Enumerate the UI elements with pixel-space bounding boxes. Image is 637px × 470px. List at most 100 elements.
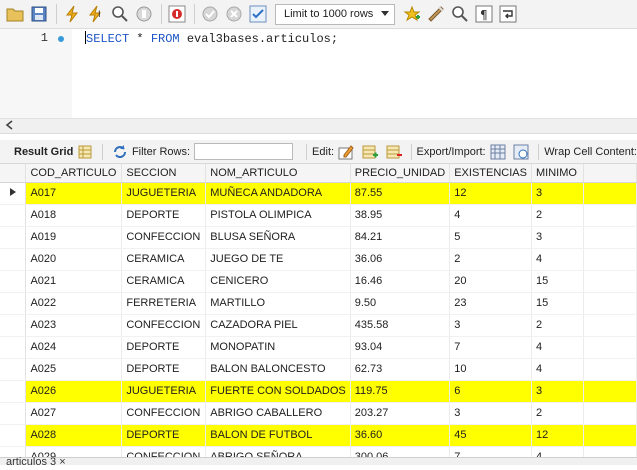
add-snippet-icon[interactable]: [401, 3, 423, 25]
table-cell-cod[interactable]: A019: [25, 226, 123, 249]
table-cell-seccion[interactable]: DEPORTE: [121, 336, 207, 359]
table-cell-cod[interactable]: A017: [25, 182, 123, 205]
table-cell-existencias[interactable]: 6: [449, 380, 532, 403]
column-header[interactable]: SECCION: [121, 164, 207, 183]
table-cell-minimo[interactable]: 3: [531, 226, 584, 249]
table-cell-nombre[interactable]: BALON BALONCESTO: [205, 358, 351, 381]
table-cell-seccion[interactable]: JUGUETERIA: [121, 182, 207, 205]
table-cell-cod[interactable]: A027: [25, 402, 123, 425]
table-row[interactable]: A023 CONFECCION CAZADORA PIEL 435.58 3 2: [0, 314, 637, 337]
refresh-icon[interactable]: [111, 143, 129, 161]
table-cell-nombre[interactable]: JUEGO DE TE: [205, 248, 351, 271]
autocommit-icon[interactable]: [247, 3, 269, 25]
table-cell-precio[interactable]: 93.04: [350, 336, 451, 359]
open-file-icon[interactable]: [4, 3, 26, 25]
sql-editor[interactable]: 1 SELECT * FROM eval3bases.articulos;: [0, 29, 637, 118]
table-cell-nombre[interactable]: BALON DE FUTBOL: [205, 424, 351, 447]
limit-rows-select[interactable]: Limit to 1000 rows: [275, 3, 395, 25]
column-header[interactable]: COD_ARTICULO: [25, 164, 123, 183]
row-header[interactable]: [0, 336, 27, 359]
table-cell-nombre[interactable]: MARTILLO: [205, 292, 351, 315]
delete-row-icon[interactable]: [385, 143, 403, 161]
table-cell-precio[interactable]: 435.58: [350, 314, 451, 337]
table-cell-nombre[interactable]: ABRIGO CABALLERO: [205, 402, 351, 425]
table-cell-existencias[interactable]: 3: [449, 402, 532, 425]
table-row[interactable]: A022 FERRETERIA MARTILLO 9.50 23 15: [0, 292, 637, 315]
invisible-chars-icon[interactable]: ¶: [473, 3, 495, 25]
table-cell-nombre[interactable]: CAZADORA PIEL: [205, 314, 351, 337]
table-cell-precio[interactable]: 36.60: [350, 424, 451, 447]
table-cell-existencias[interactable]: 20: [449, 270, 532, 293]
table-cell-seccion[interactable]: JUGUETERIA: [121, 380, 207, 403]
table-cell-nombre[interactable]: MONOPATIN: [205, 336, 351, 359]
table-cell-minimo[interactable]: 4: [531, 358, 584, 381]
table-cell-existencias[interactable]: 45: [449, 424, 532, 447]
save-icon[interactable]: [28, 3, 50, 25]
table-cell-cod[interactable]: A020: [25, 248, 123, 271]
table-cell-existencias[interactable]: 7: [449, 336, 532, 359]
table-cell-minimo[interactable]: 2: [531, 402, 584, 425]
table-cell-seccion[interactable]: FERRETERIA: [121, 292, 207, 315]
table-cell-seccion[interactable]: CERAMICA: [121, 248, 207, 271]
row-header[interactable]: [0, 270, 27, 293]
table-cell-nombre[interactable]: PISTOLA OLIMPICA: [205, 204, 351, 227]
execute-icon[interactable]: [61, 3, 83, 25]
table-cell-minimo[interactable]: 4: [531, 248, 584, 271]
table-cell-nombre[interactable]: BLUSA SEÑORA: [205, 226, 351, 249]
column-header[interactable]: PRECIO_UNIDAD: [350, 164, 451, 183]
table-cell-cod[interactable]: A022: [25, 292, 123, 315]
table-cell-seccion[interactable]: CERAMICA: [121, 270, 207, 293]
explain-icon[interactable]: [109, 3, 131, 25]
table-row[interactable]: A019 CONFECCION BLUSA SEÑORA 84.21 5 3: [0, 226, 637, 249]
grid-view-icon[interactable]: [76, 143, 94, 161]
table-cell-existencias[interactable]: 2: [449, 248, 532, 271]
table-cell-minimo[interactable]: 12: [531, 424, 584, 447]
stop-icon[interactable]: [133, 3, 155, 25]
table-cell-minimo[interactable]: 3: [531, 182, 584, 205]
row-header[interactable]: [0, 248, 27, 271]
sql-query-text[interactable]: SELECT * FROM eval3bases.articulos;: [85, 31, 338, 46]
result-grid-tab[interactable]: Result Grid: [14, 146, 73, 158]
table-row[interactable]: A026 JUGUETERIA FUERTE CON SOLDADOS 119.75 6…: [0, 380, 637, 403]
table-cell-nombre[interactable]: FUERTE CON SOLDADOS: [205, 380, 351, 403]
table-cell-seccion[interactable]: DEPORTE: [121, 424, 207, 447]
table-cell-cod[interactable]: A023: [25, 314, 123, 337]
execute-current-icon[interactable]: I: [85, 3, 107, 25]
table-cell-cod[interactable]: A025: [25, 358, 123, 381]
table-cell-precio[interactable]: 62.73: [350, 358, 451, 381]
table-cell-minimo[interactable]: 4: [531, 336, 584, 359]
table-row[interactable]: A028 DEPORTE BALON DE FUTBOL 36.60 45 12: [0, 424, 637, 447]
table-row[interactable]: A027 CONFECCION ABRIGO CABALLERO 203.27 3 2: [0, 402, 637, 425]
result-grid[interactable]: COD_ARTICULO SECCION NOM_ARTICULO PRECIO…: [0, 164, 637, 459]
table-row[interactable]: A017 JUGUETERIA MUÑECA ANDADORA 87.55 12 3: [0, 182, 637, 205]
table-cell-minimo[interactable]: 3: [531, 380, 584, 403]
table-cell-seccion[interactable]: DEPORTE: [121, 204, 207, 227]
editor-horizontal-scrollbar[interactable]: [0, 118, 637, 134]
table-row[interactable]: A021 CERAMICA CENICERO 16.46 20 15: [0, 270, 637, 293]
table-cell-nombre[interactable]: MUÑECA ANDADORA: [205, 182, 351, 205]
table-cell-nombre[interactable]: CENICERO: [205, 270, 351, 293]
table-row[interactable]: A018 DEPORTE PISTOLA OLIMPICA 38.95 4 2: [0, 204, 637, 227]
table-cell-cod[interactable]: A024: [25, 336, 123, 359]
table-cell-seccion[interactable]: DEPORTE: [121, 358, 207, 381]
insert-row-icon[interactable]: [361, 143, 379, 161]
row-header[interactable]: [0, 204, 27, 227]
table-cell-cod[interactable]: A021: [25, 270, 123, 293]
table-cell-minimo[interactable]: 2: [531, 314, 584, 337]
table-cell-precio[interactable]: 203.27: [350, 402, 451, 425]
table-cell-precio[interactable]: 38.95: [350, 204, 451, 227]
export-icon[interactable]: [489, 143, 507, 161]
row-header[interactable]: [0, 380, 27, 403]
table-cell-cod[interactable]: A018: [25, 204, 123, 227]
row-header[interactable]: [0, 292, 27, 315]
table-cell-seccion[interactable]: CONFECCION: [121, 402, 207, 425]
beautify-icon[interactable]: [425, 3, 447, 25]
import-icon[interactable]: [512, 143, 530, 161]
commit-icon[interactable]: [199, 3, 221, 25]
table-cell-existencias[interactable]: 5: [449, 226, 532, 249]
row-header[interactable]: [0, 402, 27, 425]
column-header[interactable]: EXISTENCIAS: [449, 164, 532, 183]
word-wrap-icon[interactable]: [497, 3, 519, 25]
table-cell-precio[interactable]: 36.06: [350, 248, 451, 271]
table-cell-seccion[interactable]: CONFECCION: [121, 226, 207, 249]
